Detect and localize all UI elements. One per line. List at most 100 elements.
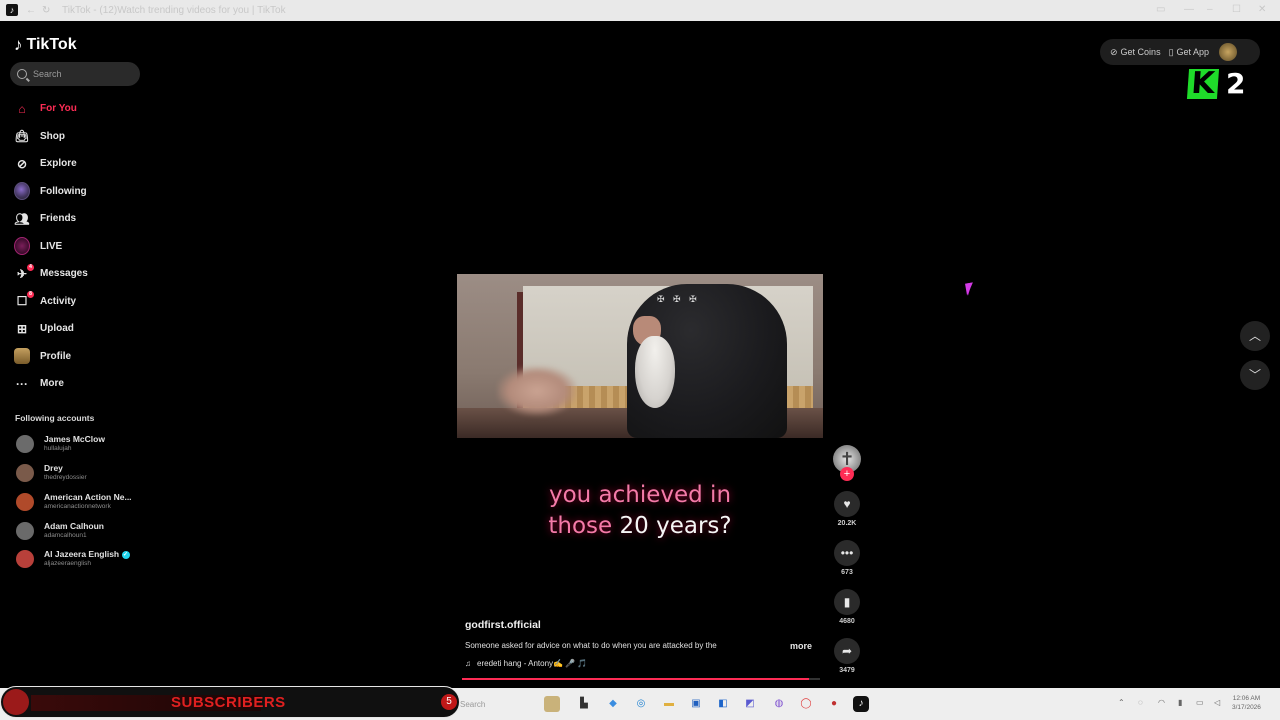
video-caption: you achieved in those 20 years? <box>457 480 823 542</box>
taskbar-clock[interactable]: 12:06 AM 3/17/2026 <box>1232 694 1261 712</box>
follow-plus-icon[interactable]: + <box>840 467 854 481</box>
folder-icon[interactable]: ▬ <box>661 696 677 712</box>
store-icon[interactable]: ▣ <box>688 696 704 712</box>
heart-icon: ♥ <box>834 491 860 517</box>
nav-messages[interactable]: ✈︎ 4 Messages <box>14 260 144 288</box>
following-avatar-icon <box>14 182 30 201</box>
nav-label: Shop <box>40 130 65 142</box>
upload-icon: ⊞ <box>16 321 28 336</box>
avatar <box>16 464 34 482</box>
search-input[interactable] <box>33 69 133 79</box>
main-nav: ⌂ For You 👜︎ Shop ⊘ Explore Following 👥︎… <box>14 95 144 398</box>
taskbar-search[interactable]: Search <box>460 700 485 709</box>
account-name: Drey <box>44 463 63 473</box>
nav-live[interactable]: LIVE <box>14 233 144 261</box>
music-note-icon: ♫ <box>465 659 471 668</box>
tiktok-taskbar-icon[interactable]: ♪ <box>853 696 869 712</box>
back-icon[interactable]: ← <box>26 5 36 16</box>
following-account[interactable]: Al Jazeera English ✓ aljazeeraenglish <box>16 549 151 569</box>
tray-chevron-icon[interactable]: ⌃ <box>1118 698 1125 707</box>
account-name-text: Al Jazeera English <box>44 549 120 559</box>
messages-badge: 4 <box>27 263 34 271</box>
following-account[interactable]: American Action Ne... americanactionnetwo… <box>16 492 151 512</box>
file-explorer-icon[interactable]: ▙ <box>576 696 592 712</box>
progress-fill <box>462 678 810 680</box>
display-icon[interactable]: ▭ <box>1196 698 1204 707</box>
following-account[interactable]: Drey thedreydossier <box>16 463 151 483</box>
widgets-icon[interactable] <box>544 696 560 712</box>
nav-label: LIVE <box>40 240 63 252</box>
tiktok-logo[interactable]: ♪ TikTok <box>14 35 77 55</box>
app-icon[interactable]: ◯ <box>798 696 814 712</box>
close-icon[interactable]: ✕ <box>1258 4 1266 15</box>
nav-for-you[interactable]: ⌂ For You <box>14 95 144 123</box>
next-video-button[interactable]: ﹀ <box>1240 360 1270 390</box>
nav-friends[interactable]: 👥︎ Friends <box>14 205 144 233</box>
get-coins-button[interactable]: ⊘ Get Coins <box>1110 47 1161 58</box>
video-progress-bar[interactable] <box>462 678 820 680</box>
edge-icon[interactable]: ◎ <box>633 696 649 712</box>
shopping-bag-icon: 👜︎ <box>14 129 30 144</box>
minimize-window-button[interactable]: – <box>1207 4 1213 15</box>
following-accounts-title: Following accounts <box>15 413 95 423</box>
nav-following[interactable]: Following <box>14 178 144 206</box>
previous-video-button[interactable]: ︿ <box>1240 321 1270 351</box>
tray-icon[interactable]: ◌ <box>1138 698 1143 707</box>
account-handle: hullalujah <box>44 445 72 452</box>
following-account[interactable]: James McClow hullalujah <box>16 434 151 454</box>
like-count: 20.2K <box>837 520 857 527</box>
account-handle: thedreydossier <box>44 474 87 481</box>
refresh-icon[interactable]: ↻ <box>42 5 50 16</box>
nav-shop[interactable]: 👜︎ Shop <box>14 123 144 151</box>
activity-badge: 8 <box>27 291 34 299</box>
k-logo: K <box>1186 66 1220 101</box>
nav-upload[interactable]: ⊞ Upload <box>14 315 144 343</box>
caption-line-2a: those <box>548 513 613 539</box>
music-info[interactable]: ♫ eredeti hang - Antony✍️ 🎤 🎵 <box>465 659 587 668</box>
microphone-icon[interactable]: ▮ <box>1178 698 1182 707</box>
nav-explore[interactable]: ⊘ Explore <box>14 150 144 178</box>
nav-label: Explore <box>40 158 77 170</box>
time: 12:06 AM <box>1232 695 1261 702</box>
nav-label: More <box>40 378 64 390</box>
video-player[interactable]: ✠ ✠ ✠ <box>457 274 823 438</box>
extensions-icon[interactable]: ▭ <box>1156 4 1165 15</box>
teams-icon[interactable]: ◩ <box>742 696 758 712</box>
search-box[interactable] <box>10 62 140 86</box>
nav-profile[interactable]: Profile <box>14 343 144 371</box>
share-count: 3479 <box>839 667 855 674</box>
activity-icon: ☐ 8 <box>14 291 34 309</box>
comment-count: 673 <box>841 569 853 576</box>
k-number: 2 <box>1226 67 1246 100</box>
outlook-icon[interactable]: ◧ <box>715 696 731 712</box>
nav-more[interactable]: ··· More <box>14 370 144 398</box>
minimize-icon[interactable]: — <box>1184 4 1194 15</box>
get-app-label: Get App <box>1176 47 1210 57</box>
account-handle: aljazeeraenglish <box>44 560 91 567</box>
network-icon[interactable]: ◠ <box>1158 698 1165 707</box>
share-button[interactable]: ➦ 3479 <box>832 638 862 674</box>
top-actions: ⊘ Get Coins ▯ Get App <box>1100 39 1260 65</box>
maximize-icon[interactable]: ☐ <box>1232 4 1241 15</box>
following-account[interactable]: Adam Calhoun adamcalhoun1 <box>16 521 151 541</box>
nav-activity[interactable]: ☐ 8 Activity <box>14 288 144 316</box>
nav-label: Upload <box>40 323 74 335</box>
user-avatar[interactable] <box>1219 43 1238 61</box>
chat-icon[interactable]: ◍ <box>771 696 787 712</box>
nav-label: Following <box>40 185 87 197</box>
recorder-icon[interactable]: ● <box>826 696 842 712</box>
volume-icon[interactable]: ◁ <box>1214 698 1220 707</box>
copilot-icon[interactable]: ◆ <box>605 696 621 712</box>
profile-avatar-icon <box>14 348 30 365</box>
home-icon: ⌂ <box>18 101 26 116</box>
get-app-button[interactable]: ▯ Get App <box>1169 47 1209 58</box>
mouse-cursor-icon <box>966 282 974 296</box>
save-button[interactable]: ▮ 4680 <box>832 589 862 625</box>
more-button[interactable]: more <box>790 641 812 651</box>
comment-button[interactable]: ••• 673 <box>832 540 862 576</box>
account-name: Adam Calhoun <box>44 521 104 531</box>
tiktok-favicon-icon: ♪ <box>6 4 18 16</box>
messages-icon: ✈︎ 4 <box>14 263 34 282</box>
video-author[interactable]: godfirst.official <box>465 619 541 631</box>
like-button[interactable]: ♥ 20.2K <box>832 491 862 527</box>
